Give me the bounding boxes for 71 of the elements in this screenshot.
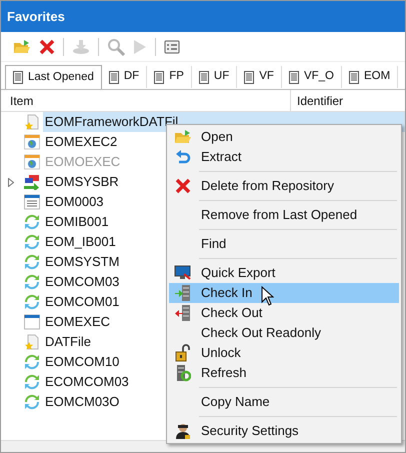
menu-item[interactable]: Check Out Readonly	[169, 323, 399, 343]
web-window-icon	[24, 154, 40, 170]
menu-item[interactable]: Extract	[169, 147, 399, 167]
document-icon	[154, 70, 164, 84]
sync-icon	[24, 374, 40, 390]
menu-item[interactable]: Unlock	[169, 343, 399, 363]
sync-icon	[24, 354, 40, 370]
item-name[interactable]: EOM0003	[43, 192, 104, 212]
folder-icon[interactable]	[13, 38, 31, 54]
menu-item[interactable]: Check In	[169, 283, 399, 303]
item-name[interactable]: EOMSYSTM	[43, 252, 120, 272]
tab[interactable]: EOM	[342, 66, 398, 88]
folder-icon	[174, 129, 192, 145]
document-icon	[349, 70, 359, 84]
item-name[interactable]: EOM_IB001	[43, 232, 116, 252]
column-header[interactable]: Identifier	[291, 90, 405, 111]
server-arrow-icon	[174, 284, 192, 302]
tab[interactable]: VF_O	[282, 66, 342, 88]
menu-item[interactable]: Delete from Repository	[169, 176, 399, 196]
sync-icon	[24, 254, 40, 270]
document-icon	[288, 70, 299, 84]
undo-arrow-icon	[175, 149, 191, 165]
form-icon	[24, 194, 40, 210]
document-icon	[13, 71, 23, 84]
tab[interactable]: UF	[192, 66, 238, 88]
tab[interactable]: Last Opened	[5, 65, 102, 89]
web-window-icon	[24, 134, 40, 150]
delete-icon	[175, 178, 191, 194]
document-icon	[244, 70, 254, 84]
list-icon[interactable]	[164, 40, 180, 54]
pointer-icon	[261, 286, 274, 306]
item-name[interactable]: EOMSYSBR	[43, 172, 119, 192]
window-title: Favorites	[7, 8, 65, 26]
item-name[interactable]: EOMCM03O	[43, 392, 120, 412]
item-name[interactable]: EOMEXEC	[43, 312, 110, 332]
monitor-icon	[174, 265, 192, 281]
padlock-icon	[175, 344, 191, 362]
menu-item[interactable]: Find	[169, 234, 399, 254]
sync-icon	[24, 274, 40, 290]
delete-icon[interactable]	[39, 38, 55, 54]
item-name[interactable]: ECOMCOM03	[43, 372, 129, 392]
document-icon	[108, 70, 119, 84]
item-name[interactable]: EOMCOM03	[43, 272, 120, 292]
item-name[interactable]: EOMEXEC2	[43, 132, 118, 152]
menu-item[interactable]: Copy Name	[169, 392, 399, 412]
tab[interactable]: VF	[237, 66, 282, 88]
sync-icon	[24, 214, 40, 230]
star-file-icon	[24, 334, 40, 350]
window-icon	[24, 314, 40, 330]
tab[interactable]: FP	[147, 66, 192, 88]
server-refresh-icon	[175, 364, 191, 382]
item-name[interactable]: DATFile	[43, 332, 91, 352]
sync-icon	[24, 234, 40, 250]
menu-item[interactable]: Remove from Last Opened	[169, 205, 399, 225]
expand-arrow-icon[interactable]	[8, 178, 14, 186]
menu-item[interactable]: Refresh	[169, 363, 399, 383]
sync-icon	[24, 294, 40, 310]
tab[interactable]: DF	[102, 66, 148, 88]
server-arrow-icon	[174, 304, 192, 322]
sync-icon	[24, 394, 40, 410]
transfer-icon	[23, 174, 41, 190]
item-name[interactable]: EOMCOM10	[43, 352, 120, 372]
menu-item[interactable]: Quick Export	[169, 263, 399, 283]
star-file-icon	[24, 114, 40, 130]
column-header[interactable]: Item	[1, 90, 291, 111]
item-name[interactable]: EOMIB001	[43, 212, 109, 232]
document-icon	[198, 70, 209, 84]
menu-item[interactable]: Check Out	[169, 303, 399, 323]
agent-icon	[175, 422, 191, 440]
menu-item[interactable]: Security Settings	[169, 421, 399, 441]
item-name[interactable]: EOMCOM01	[43, 292, 120, 312]
